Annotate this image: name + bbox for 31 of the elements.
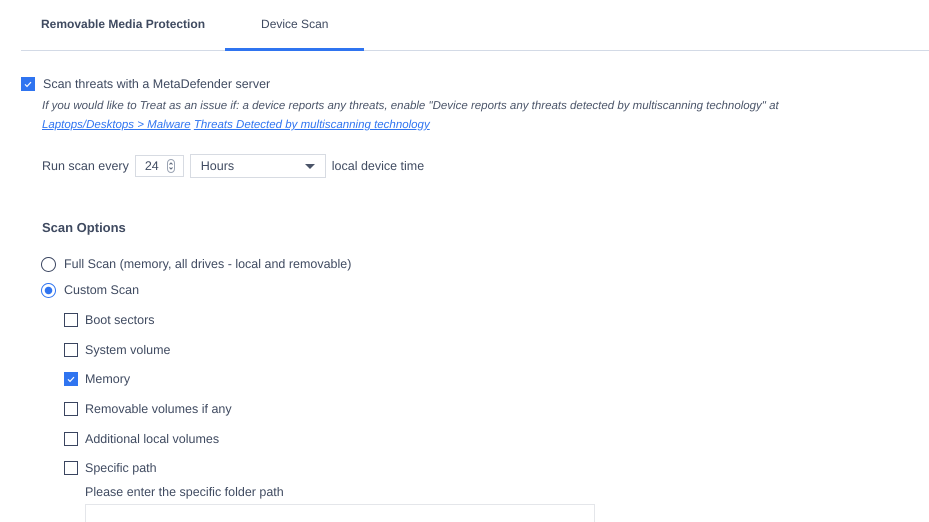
tab[interactable]: Device Scan — [225, 0, 364, 51]
interval-field[interactable]: 24 — [134, 155, 184, 177]
radio-label: Custom Scan — [64, 283, 140, 297]
radio-label: Full Scan (memory, all drives - local and removable) — [64, 257, 352, 271]
spinner-icon[interactable] — [166, 159, 175, 173]
link[interactable]: Laptops/Desktops > Malware — [42, 119, 191, 131]
checkbox[interactable] — [64, 372, 78, 386]
schedule-label: Run scan every — [42, 159, 129, 173]
checkbox-label: Scan threats with a MetaDefender server — [43, 77, 270, 91]
checkbox[interactable] — [21, 77, 35, 91]
checkbox-label: System volume — [85, 342, 170, 357]
help-text: If you would like to Treat as an issue if: a device reports any threats, enable "Device reports any threats detected by multiscanning technology" at Laptops/Desktops > Malware Threats Detected by multiscanning technology — [42, 99, 780, 133]
checkbox-label: Memory — [85, 372, 130, 386]
radio-button[interactable] — [41, 282, 56, 298]
link[interactable]: Threats Detected by multiscanning technology — [194, 119, 430, 131]
checkbox-label: Removable volumes if any — [85, 402, 232, 416]
section-title: Scan Options — [42, 220, 127, 235]
checkbox[interactable] — [64, 432, 78, 446]
checkbox[interactable] — [64, 461, 78, 476]
unit-dropdown[interactable]: Hours — [190, 154, 326, 178]
field-label: Please enter the specific folder path — [85, 485, 285, 500]
checkbox-label: Specific path — [85, 461, 157, 476]
caret-icon — [304, 164, 315, 168]
checkbox-label: Boot sectors — [85, 312, 154, 327]
checkbox[interactable] — [64, 402, 78, 416]
schedule-suffix: local device time — [332, 159, 424, 173]
checkbox[interactable] — [64, 312, 78, 327]
checkbox-label: Additional local volumes — [85, 432, 220, 446]
radio-button[interactable] — [41, 256, 56, 272]
tab[interactable]: Removable Media Protection — [21, 0, 226, 51]
checkbox[interactable] — [64, 342, 78, 357]
